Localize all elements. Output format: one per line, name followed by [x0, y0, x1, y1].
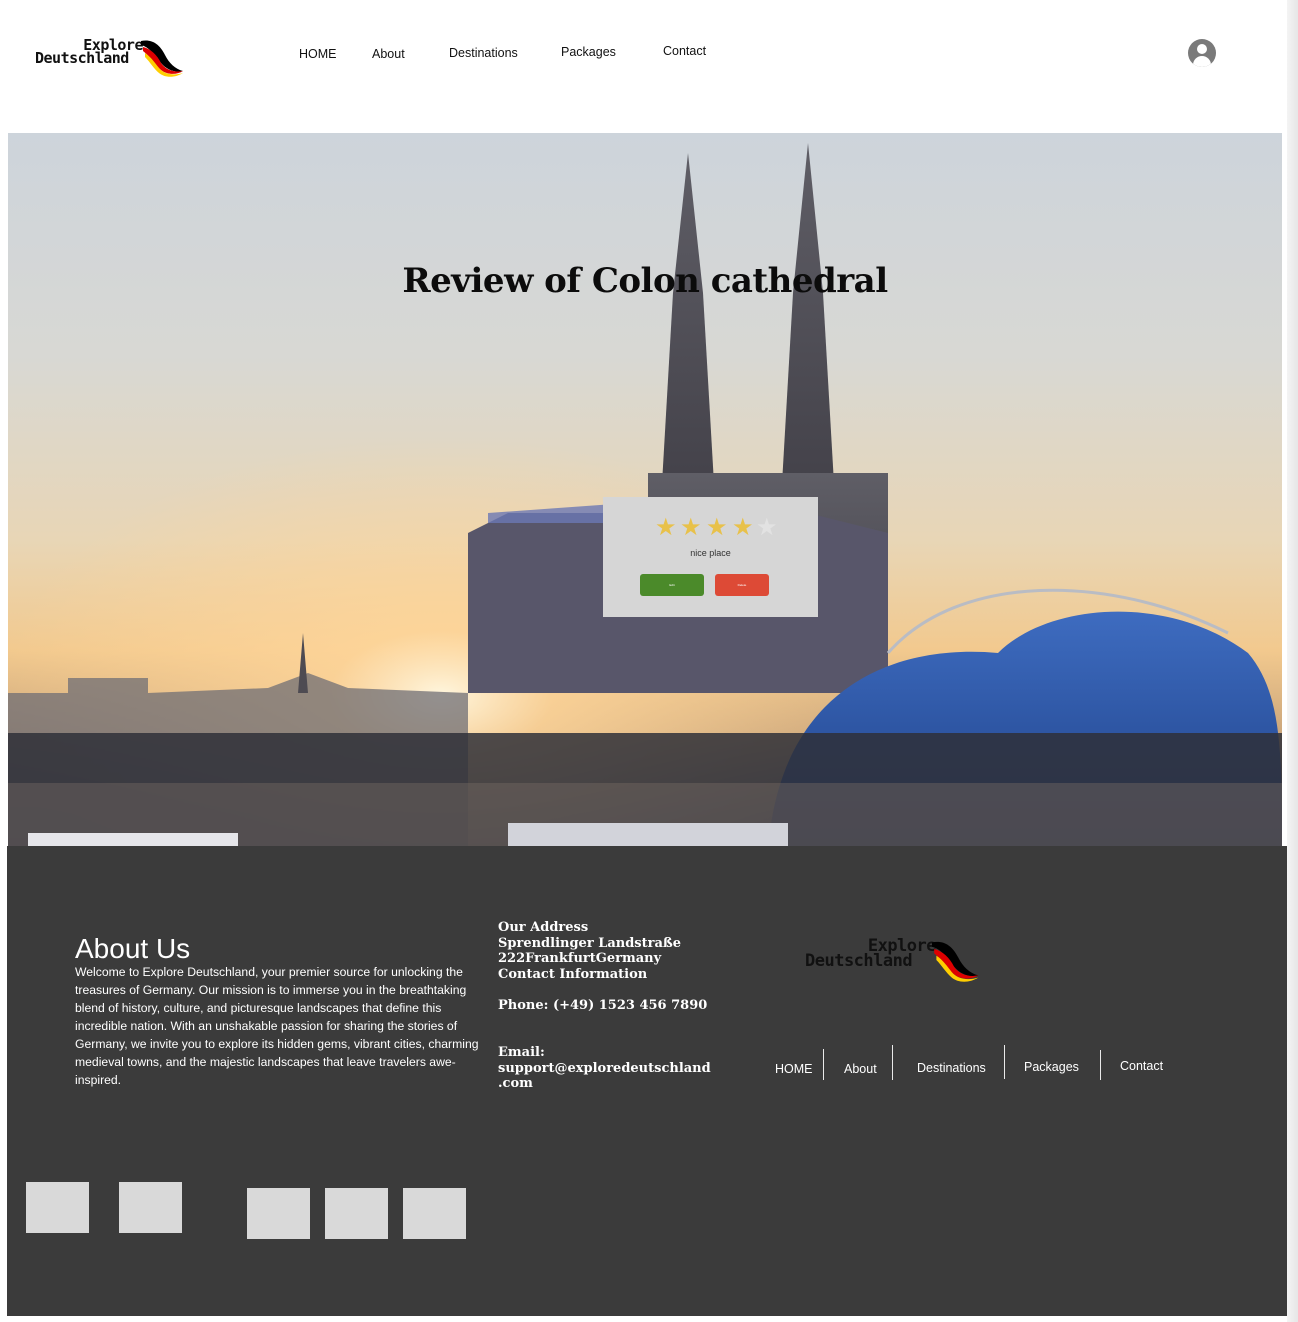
german-flag-swoosh-icon: [141, 40, 183, 77]
edit-review-button[interactable]: Edit: [640, 574, 704, 596]
user-account-icon[interactable]: [1188, 39, 1216, 67]
social-link-placeholder[interactable]: [26, 1182, 89, 1233]
delete-review-button[interactable]: Delete: [715, 574, 769, 596]
german-flag-swoosh-icon: [932, 941, 979, 982]
about-us-heading: About Us: [75, 933, 191, 964]
footer-nav-packages[interactable]: Packages: [1024, 1060, 1079, 1074]
footer-nav-contact[interactable]: Contact: [1120, 1059, 1163, 1073]
footer-nav-home[interactable]: HOME: [775, 1062, 813, 1076]
social-link-placeholder[interactable]: [247, 1188, 310, 1239]
nav-packages[interactable]: Packages: [561, 45, 616, 59]
review-comment: nice place: [690, 548, 731, 558]
footer-logo[interactable]: Explore Deutschland: [805, 938, 981, 982]
address-block: Our Address Sprendlinger Landstraße 222F…: [498, 920, 682, 982]
logo-text-line2: Deutschland: [805, 951, 913, 971]
nav-contact[interactable]: Contact: [663, 44, 706, 58]
nav-home[interactable]: HOME: [299, 47, 337, 61]
star-icon[interactable]: ★: [756, 515, 778, 541]
nav-about[interactable]: About: [372, 47, 405, 61]
footer-nav-destinations[interactable]: Destinations: [917, 1061, 986, 1075]
footer-nav-about[interactable]: About: [844, 1062, 877, 1076]
footer-nav-divider: [823, 1049, 824, 1080]
star-icon[interactable]: ★: [680, 515, 702, 541]
site-footer: About Us Welcome to Explore Deutschland,…: [7, 846, 1287, 1316]
site-logo[interactable]: Explore Deutschland: [35, 37, 185, 77]
email-info[interactable]: Email: support@exploredeutschland .com: [498, 1045, 718, 1092]
phone-info: Phone: (+49) 1523 456 7890: [498, 998, 708, 1013]
social-link-placeholder[interactable]: [325, 1188, 388, 1239]
star-icon[interactable]: ★: [706, 515, 728, 541]
about-us-text: Welcome to Explore Deutschland, your pre…: [75, 965, 479, 1087]
hero-banner: Review of Colon cathedral ★ ★ ★ ★ ★ nice…: [8, 133, 1282, 873]
social-link-placeholder[interactable]: [403, 1188, 466, 1239]
site-header: Explore Deutschland HOME About Destinati…: [0, 0, 1287, 133]
review-card: ★ ★ ★ ★ ★ nice place Edit Delete: [603, 497, 818, 617]
logo-text-line2: Deutschland: [35, 49, 129, 67]
footer-nav-divider: [1100, 1050, 1101, 1080]
star-icon[interactable]: ★: [655, 515, 677, 541]
footer-nav-divider: [1004, 1045, 1005, 1079]
page-title: Review of Colon cathedral: [402, 261, 888, 301]
page-scroll-edge: [1287, 0, 1298, 1322]
social-link-placeholder[interactable]: [119, 1182, 182, 1233]
footer-nav-divider: [892, 1045, 893, 1080]
nav-destinations[interactable]: Destinations: [449, 46, 518, 60]
star-icon[interactable]: ★: [732, 515, 754, 541]
